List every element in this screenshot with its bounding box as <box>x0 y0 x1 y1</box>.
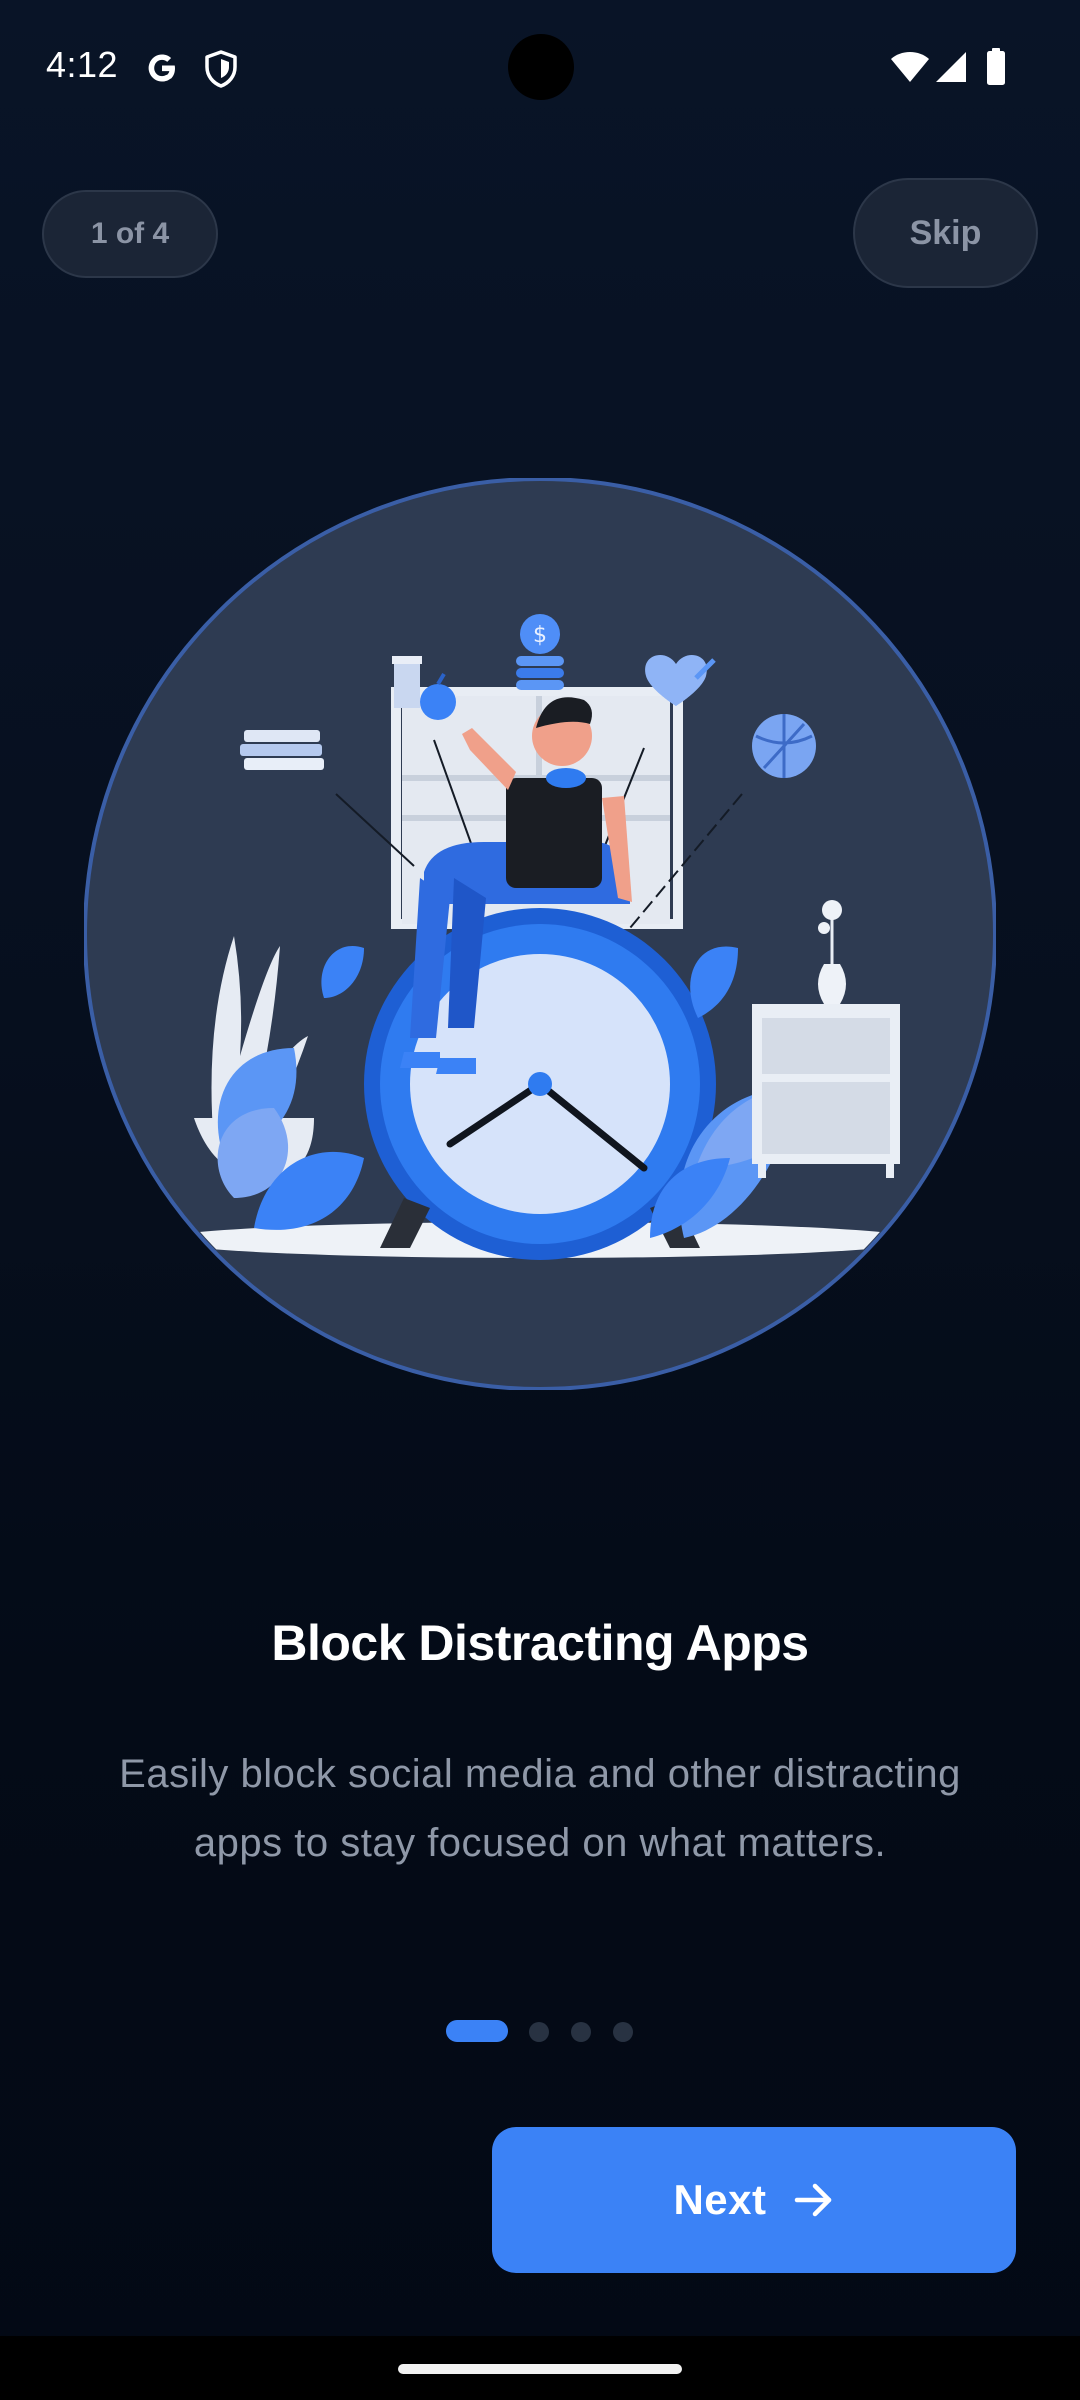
next-button[interactable]: Next <box>492 2127 1016 2273</box>
onboarding-description: Easily block social media and other dist… <box>119 1752 961 1865</box>
shield-icon <box>205 50 237 88</box>
progress-indicator: 1 of 4 <box>42 190 218 278</box>
svg-text:$: $ <box>533 623 547 648</box>
pagination-dots <box>0 2020 1080 2044</box>
cellular-signal-icon <box>936 52 966 82</box>
person-on-alarm-clock-illustration: $ <box>84 478 996 1390</box>
status-time: 4:12 <box>46 44 119 85</box>
page-dot-active <box>446 2020 508 2042</box>
google-g-icon <box>148 54 175 82</box>
battery-icon <box>987 48 1005 85</box>
page-dot <box>571 2022 591 2042</box>
onboarding-title: Block Distracting Apps <box>271 1615 809 1671</box>
arrow-right-icon <box>794 2183 831 2217</box>
page-dot <box>529 2022 549 2042</box>
wifi-icon <box>891 52 929 82</box>
next-button-label: Next <box>673 2176 767 2223</box>
skip-button[interactable]: Skip <box>853 178 1038 288</box>
status-bar: 4:12 <box>0 0 1080 136</box>
home-gesture-handle[interactable] <box>398 2364 682 2374</box>
page-dot <box>613 2022 633 2042</box>
camera-cutout <box>508 34 574 100</box>
